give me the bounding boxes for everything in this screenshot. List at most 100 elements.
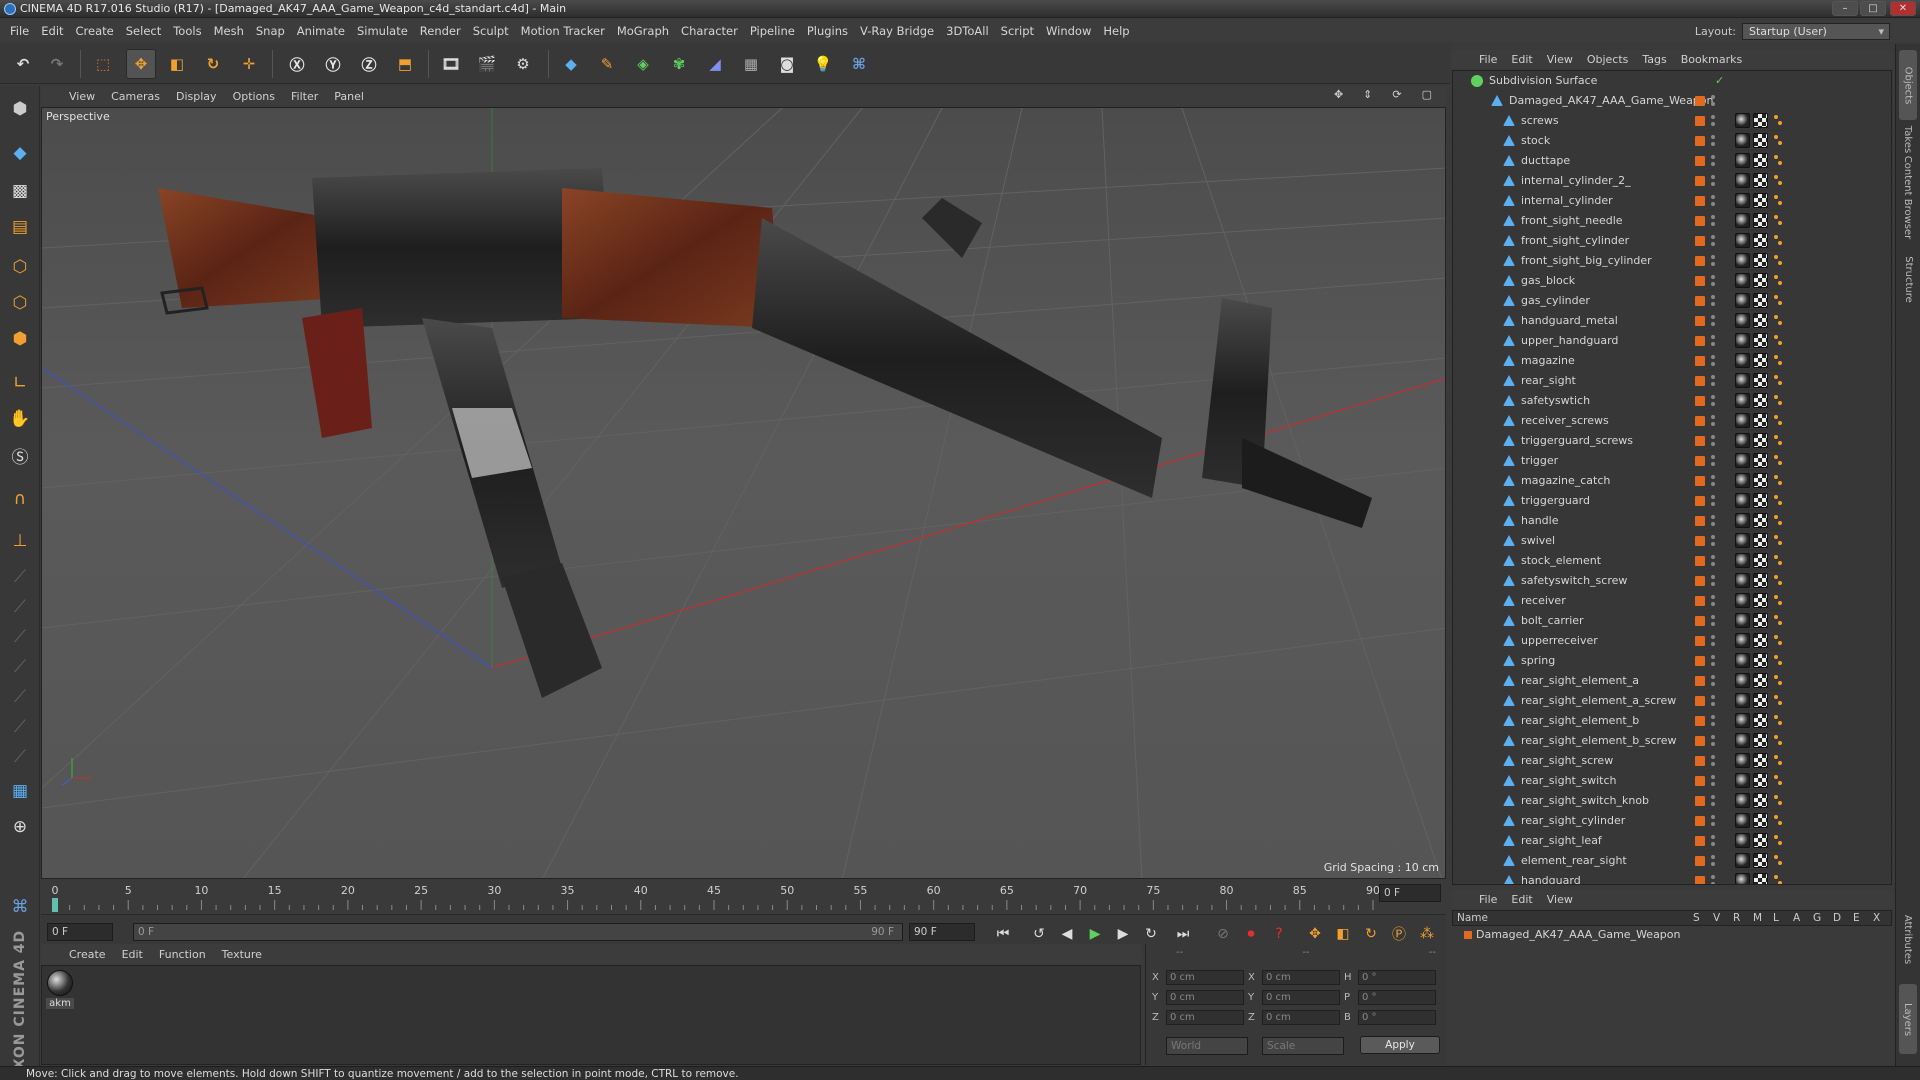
object-menu-tags[interactable]: Tags xyxy=(1635,53,1673,66)
material-tag-icon[interactable] xyxy=(1735,513,1750,528)
python-icon[interactable]: ⌘ xyxy=(844,49,874,79)
live-selection-icon[interactable]: ⬚ xyxy=(88,49,118,79)
phong-tag-icon[interactable] xyxy=(1771,753,1786,768)
uvw-tag-icon[interactable] xyxy=(1753,153,1768,168)
material-tag-icon[interactable] xyxy=(1735,813,1750,828)
layer-column-name[interactable]: Name xyxy=(1457,912,1488,924)
material-tag-icon[interactable] xyxy=(1735,213,1750,228)
phong-tag-icon[interactable] xyxy=(1771,433,1786,448)
material-tag-icon[interactable] xyxy=(1735,193,1750,208)
uvw-tag-icon[interactable] xyxy=(1753,553,1768,568)
visibility-dots-icon[interactable] xyxy=(1711,434,1715,448)
material-tag-icon[interactable] xyxy=(1735,153,1750,168)
object-row[interactable]: gas_cylinder xyxy=(1453,291,1891,311)
material-tag-icon[interactable] xyxy=(1735,233,1750,248)
object-row[interactable]: triggerguard xyxy=(1453,491,1891,511)
object-row[interactable]: rear_sight_cylinder xyxy=(1453,811,1891,831)
visibility-dots-icon[interactable] xyxy=(1711,154,1715,168)
object-row[interactable]: handle xyxy=(1453,511,1891,531)
pan-view-icon[interactable]: ✥ xyxy=(1326,88,1351,101)
object-row[interactable]: receiver_screws xyxy=(1453,411,1891,431)
object-row-root[interactable]: Subdivision Surface ✓ xyxy=(1453,71,1891,91)
phong-tag-icon[interactable] xyxy=(1771,613,1786,628)
material-tag-icon[interactable] xyxy=(1735,853,1750,868)
visibility-dots-icon[interactable] xyxy=(1711,714,1715,728)
visibility-dots-icon[interactable] xyxy=(1711,314,1715,328)
phong-tag-icon[interactable] xyxy=(1771,313,1786,328)
tab-content-browser[interactable]: Content Browser xyxy=(1899,155,1917,238)
layer-column-v[interactable]: V xyxy=(1713,912,1720,924)
phong-tag-icon[interactable] xyxy=(1771,153,1786,168)
uvw-tag-icon[interactable] xyxy=(1753,873,1768,884)
material-tag-icon[interactable] xyxy=(1735,273,1750,288)
visibility-dots-icon[interactable] xyxy=(1711,834,1715,848)
material-tag-icon[interactable] xyxy=(1735,173,1750,188)
go-to-start-icon[interactable]: ⏮ xyxy=(991,923,1015,945)
material-tag-icon[interactable] xyxy=(1735,593,1750,608)
material-tag-icon[interactable] xyxy=(1735,393,1750,408)
object-row[interactable]: receiver xyxy=(1453,591,1891,611)
object-row[interactable]: screws xyxy=(1453,111,1891,131)
uvw-tag-icon[interactable] xyxy=(1753,533,1768,548)
phong-tag-icon[interactable] xyxy=(1771,193,1786,208)
cube-primitive-icon[interactable]: ◆ xyxy=(556,49,586,79)
phong-tag-icon[interactable] xyxy=(1771,233,1786,248)
viewport-menu-options[interactable]: Options xyxy=(225,90,283,103)
phong-tag-icon[interactable] xyxy=(1771,653,1786,668)
play-forward-icon[interactable]: ▶ xyxy=(1083,923,1107,945)
x-axis-lock-icon[interactable]: Ⓧ xyxy=(282,49,312,79)
object-row[interactable]: ducttape xyxy=(1453,151,1891,171)
object-row[interactable]: front_sight_needle xyxy=(1453,211,1891,231)
phong-tag-icon[interactable] xyxy=(1771,693,1786,708)
edges-mode-icon[interactable]: ⬡ xyxy=(4,288,36,318)
visibility-dots-icon[interactable] xyxy=(1711,874,1715,884)
texture-mode-icon[interactable]: ▩ xyxy=(4,176,36,206)
tab-attributes[interactable]: Attributes xyxy=(1899,904,1917,974)
object-row[interactable]: stock_element xyxy=(1453,551,1891,571)
object-row[interactable]: handguard xyxy=(1453,871,1891,884)
menu-edit[interactable]: Edit xyxy=(35,24,69,38)
z-axis-lock-icon[interactable]: Ⓩ xyxy=(354,49,384,79)
uvw-tag-icon[interactable] xyxy=(1753,493,1768,508)
object-row[interactable]: bolt_carrier xyxy=(1453,611,1891,631)
python-script-icon[interactable]: ⌘ xyxy=(4,892,36,922)
menu-create[interactable]: Create xyxy=(70,24,120,38)
material-tag-icon[interactable] xyxy=(1735,473,1750,488)
key-rotation-icon[interactable]: ↻ xyxy=(1359,923,1383,945)
pos-y-field[interactable]: 0 cm xyxy=(1166,989,1244,1005)
pos-z-field[interactable]: 0 cm xyxy=(1166,1009,1244,1025)
viewport-menu-cameras[interactable]: Cameras xyxy=(103,90,168,103)
phong-tag-icon[interactable] xyxy=(1771,113,1786,128)
key-pla-icon[interactable]: ⁂ xyxy=(1415,923,1439,945)
material-menu-texture[interactable]: Texture xyxy=(214,948,270,961)
model-mode-icon[interactable]: ◆ xyxy=(4,138,36,168)
previous-key-icon[interactable]: ↺ xyxy=(1027,923,1051,945)
object-row[interactable]: handguard_metal xyxy=(1453,311,1891,331)
phong-tag-icon[interactable] xyxy=(1771,333,1786,348)
visibility-dots-icon[interactable] xyxy=(1711,174,1715,188)
key-parameter-icon[interactable]: Ⓟ xyxy=(1387,923,1411,945)
phong-tag-icon[interactable] xyxy=(1771,813,1786,828)
menu-select[interactable]: Select xyxy=(120,24,167,38)
render-settings-icon[interactable]: ⚙ xyxy=(508,49,538,79)
uvw-tag-icon[interactable] xyxy=(1753,433,1768,448)
menu-3dtoall[interactable]: 3DToAll xyxy=(940,24,995,38)
sculpt-brush-5-icon[interactable]: ⟋ xyxy=(4,682,36,712)
object-row[interactable]: trigger xyxy=(1453,451,1891,471)
scale-tool-icon[interactable]: ◧ xyxy=(162,49,192,79)
uvw-tag-icon[interactable] xyxy=(1753,733,1768,748)
material-menu-edit[interactable]: Edit xyxy=(114,948,151,961)
visibility-dots-icon[interactable] xyxy=(1711,654,1715,668)
sculpt-brush-7-icon[interactable]: ⟋ xyxy=(4,742,36,772)
uvw-tag-icon[interactable] xyxy=(1753,513,1768,528)
visibility-dots-icon[interactable] xyxy=(1711,94,1715,108)
object-row[interactable]: safetyswitch_screw xyxy=(1453,571,1891,591)
dolly-view-icon[interactable]: ⇕ xyxy=(1355,88,1380,101)
coordinate-system-icon[interactable]: ⬒ xyxy=(390,49,420,79)
uvw-tag-icon[interactable] xyxy=(1753,113,1768,128)
uvw-tag-icon[interactable] xyxy=(1753,313,1768,328)
axis-lock-icon[interactable]: ⊥ xyxy=(4,526,36,556)
tweak-mode-icon[interactable]: ✋ xyxy=(4,404,36,434)
uvw-tag-icon[interactable] xyxy=(1753,473,1768,488)
rotate-tool-icon[interactable]: ↻ xyxy=(198,49,228,79)
